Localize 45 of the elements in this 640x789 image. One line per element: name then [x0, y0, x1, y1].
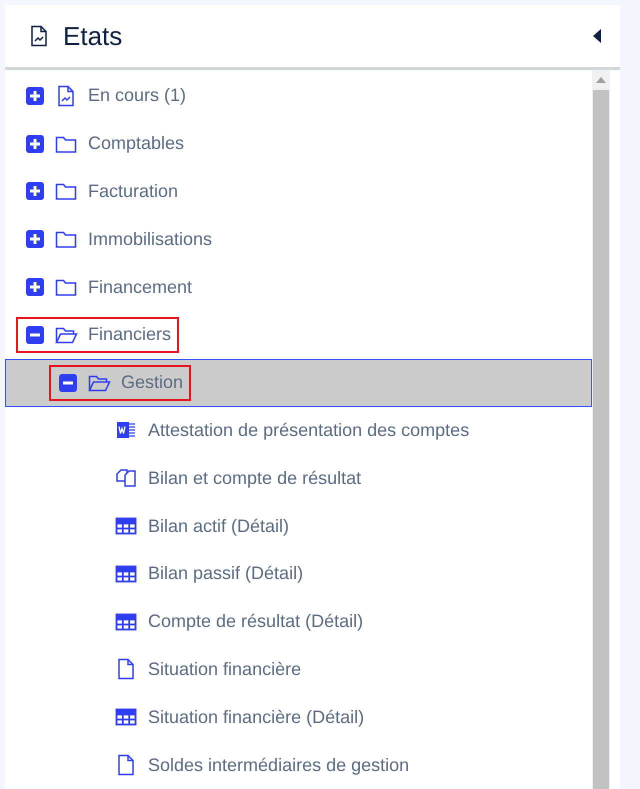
tree-row[interactable]: Bilan et compte de résultat: [5, 454, 592, 502]
plus-icon: [29, 281, 41, 294]
plus-icon: [29, 90, 41, 102]
tree-label: Gestion: [121, 372, 184, 394]
tree-row[interactable]: Situation financière (Détail): [5, 693, 592, 742]
tree-label: Situation financière (Détail): [148, 706, 364, 728]
tree-label: Soldes intermédiaires de gestion: [148, 754, 410, 776]
expand-toggle[interactable]: [26, 134, 44, 153]
tree-row[interactable]: Attestation de présentation des comptes: [5, 406, 592, 454]
tree-label: Financiers: [88, 324, 172, 346]
tree-row[interactable]: Financiers: [5, 310, 592, 359]
tree-label: Situation financière: [148, 658, 302, 680]
tree-label: Compte de résultat (Détail): [148, 611, 364, 632]
tree-row[interactable]: Situation financière: [5, 646, 592, 694]
collapse-toggle[interactable]: [59, 374, 77, 392]
tree-row[interactable]: Comptables: [5, 120, 592, 168]
tree-label: En cours (1): [88, 85, 186, 106]
tree-label: Immobilisations: [88, 228, 212, 250]
expand-toggle[interactable]: [26, 278, 44, 296]
collapse-toggle[interactable]: [26, 326, 44, 344]
tree-label: Bilan passif (Détail): [148, 563, 304, 584]
tree-label: Facturation: [88, 180, 178, 202]
expand-toggle[interactable]: [26, 182, 44, 200]
tree-row[interactable]: Bilan actif (Détail): [5, 502, 592, 550]
panel-title: Etats: [63, 20, 124, 52]
tree-label: Bilan et compte de résultat: [148, 468, 362, 489]
expand-toggle[interactable]: [26, 230, 44, 248]
tree-row[interactable]: Immobilisations: [5, 215, 592, 264]
plus-icon: [29, 138, 41, 150]
tree-row[interactable]: Soldes intermédiaires de gestion: [5, 741, 592, 789]
plus-icon: [29, 185, 41, 198]
tree-label: Financement: [88, 276, 192, 298]
tree-row[interactable]: Compte de résultat (Détail): [5, 598, 592, 646]
tree-row[interactable]: En cours (1): [5, 72, 592, 120]
expand-toggle[interactable]: [26, 86, 44, 105]
tree-label: Attestation de présentation des comptes: [148, 420, 470, 441]
tree-row[interactable]: Facturation: [5, 168, 592, 216]
collapse-button[interactable]: [592, 28, 602, 44]
tree-row[interactable]: Financement: [5, 263, 592, 311]
tree-row[interactable]: Bilan passif (Détail): [5, 550, 592, 598]
tree-row[interactable]: Gestion: [5, 358, 592, 407]
scrollbar[interactable]: [592, 70, 610, 789]
tree-label: Comptables: [88, 133, 184, 154]
tree-label: Bilan actif (Détail): [148, 516, 290, 537]
plus-icon: [29, 233, 41, 246]
